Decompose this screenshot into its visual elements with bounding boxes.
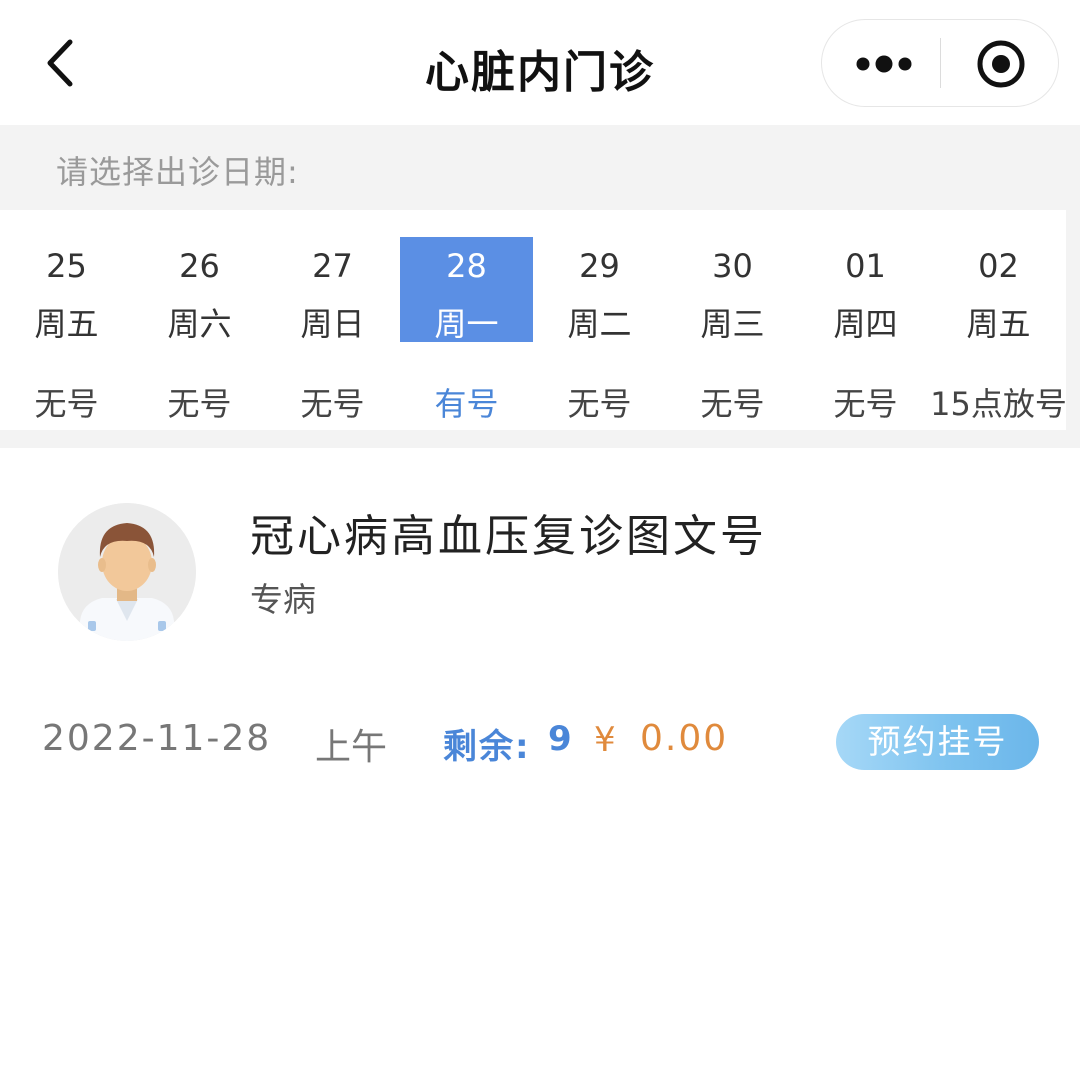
date-availability: 无号 (34, 385, 99, 423)
date-option-01[interactable]: 01 周四 无号 (799, 237, 932, 427)
record-target-icon (977, 40, 1025, 88)
date-number: 25 (46, 247, 87, 285)
more-button[interactable] (822, 20, 940, 106)
slot-period: 上午 (315, 727, 388, 768)
date-number: 26 (179, 247, 220, 285)
slot-date: 2022-11-28 (42, 718, 272, 759)
date-weekday: 周日 (300, 305, 365, 343)
date-number: 01 (845, 247, 886, 285)
date-weekday: 周二 (567, 305, 632, 343)
more-dots-icon (856, 55, 912, 73)
date-weekday: 周三 (700, 305, 765, 343)
date-option-26[interactable]: 26 周六 无号 (133, 237, 266, 427)
remaining-label: 剩余: (443, 727, 531, 767)
doctor-avatar-icon (58, 503, 196, 641)
mini-program-capsule (821, 19, 1059, 107)
date-weekday: 周五 (966, 305, 1031, 343)
avatar (58, 503, 196, 641)
date-availability: 无号 (700, 385, 765, 423)
date-weekday: 周一 (434, 305, 499, 343)
date-weekday: 周五 (34, 305, 99, 343)
date-availability: 无号 (167, 385, 232, 423)
nav-bar: 心脏内门诊 (0, 0, 1080, 125)
currency-symbol: ¥ (594, 720, 616, 760)
date-availability: 15点放号 (930, 385, 1067, 423)
date-availability: 有号 (434, 385, 499, 423)
date-prompt-label: 请选择出诊日期: (56, 153, 299, 191)
date-weekday: 周六 (167, 305, 232, 343)
date-option-25[interactable]: 25 周五 无号 (0, 237, 133, 427)
book-appointment-button[interactable]: 预约挂号 (836, 714, 1039, 770)
date-availability: 无号 (300, 385, 365, 423)
close-button[interactable] (941, 20, 1059, 106)
date-number: 30 (712, 247, 753, 285)
date-option-27[interactable]: 27 周日 无号 (266, 237, 399, 427)
date-weekday: 周四 (833, 305, 898, 343)
date-label-band: 请选择出诊日期: (0, 125, 1080, 210)
page: 心脏内门诊 请选择出诊日期: 25 周五 无号 26 周六 无号 27 周日 无… (0, 0, 1080, 1080)
date-option-29[interactable]: 29 周二 无号 (533, 237, 666, 427)
service-title: 冠心病高血压复诊图文号 (250, 511, 767, 562)
date-number: 02 (978, 247, 1019, 285)
date-availability: 无号 (833, 385, 898, 423)
date-option-02[interactable]: 02 周五 15点放号 (930, 237, 1067, 427)
date-option-28[interactable]: 28 周一 有号 (400, 237, 533, 427)
date-number: 29 (579, 247, 620, 285)
remaining-count: 9 (548, 719, 572, 759)
service-type: 专病 (250, 580, 316, 619)
date-availability: 无号 (567, 385, 632, 423)
date-option-30[interactable]: 30 周三 无号 (666, 237, 799, 427)
date-number: 27 (312, 247, 353, 285)
price-value: 0.00 (640, 718, 729, 759)
date-strip-bottom (0, 430, 1080, 448)
date-number: 28 (446, 247, 487, 285)
